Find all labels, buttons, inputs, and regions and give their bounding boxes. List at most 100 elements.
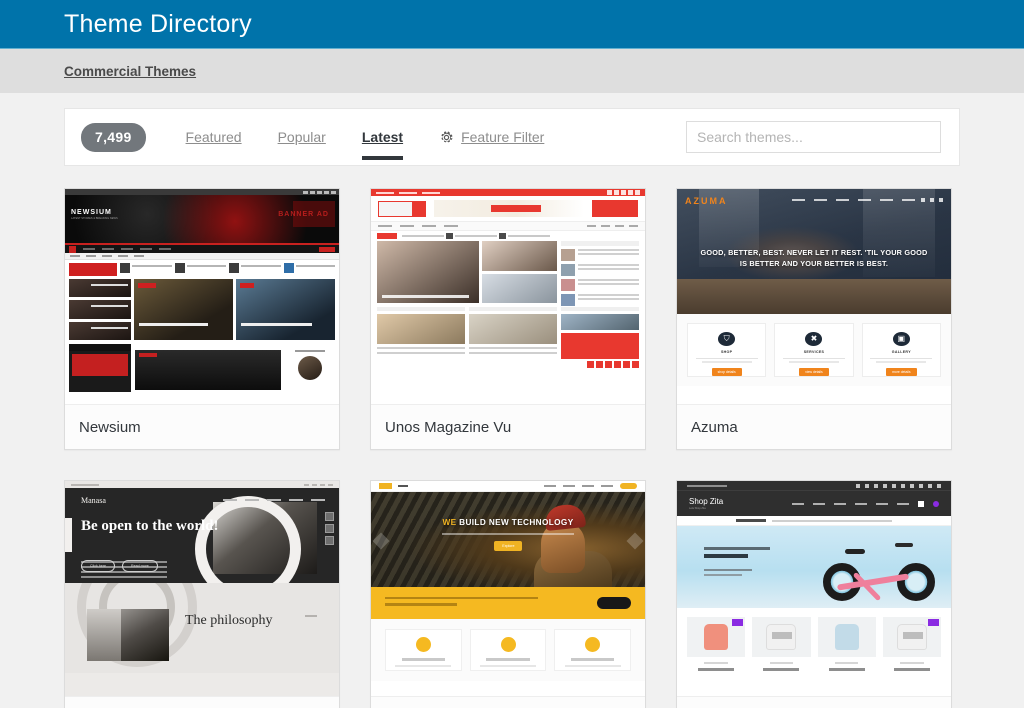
newsium-ad-text: BANNER AD — [278, 211, 329, 218]
newsium-feature-tiles — [65, 279, 339, 340]
newsium-submenu — [65, 253, 339, 260]
manasa-headline: Be open to the world! — [81, 518, 219, 534]
azuma-logo: AZUMA — [685, 196, 728, 206]
newsium-logo: NEWSIUM LATEST STORIES & BREAKING NEWS — [71, 209, 118, 220]
manasa-buttons: Click here Read more — [81, 560, 158, 572]
theme-name: Building Construction Architecture — [371, 696, 645, 708]
manasa-philosophy-section: The philosophy — [65, 583, 339, 673]
filter-tab-feature-filter-label: Feature Filter — [461, 129, 545, 145]
cart-icon: ⛉ — [718, 332, 736, 346]
filter-tab-feature-filter[interactable]: Feature Filter — [421, 108, 562, 166]
building-card-construction — [554, 629, 632, 671]
azuma-card-gallery: ▣ GALLERY more details — [861, 323, 941, 377]
product-item — [687, 617, 746, 673]
shopzita-nav — [792, 500, 939, 507]
product-item — [752, 617, 811, 673]
masthead: Theme Directory — [0, 0, 1024, 48]
shopzita-logo: Shop Zita Lets Shop Zita — [689, 497, 723, 510]
azuma-card-button: more details — [886, 368, 917, 377]
carousel-prev-icon — [372, 532, 390, 550]
construction-icon — [585, 637, 601, 652]
unos-preview — [371, 189, 645, 404]
tools-icon: ✖ — [805, 332, 823, 346]
building-headline-main: BUILD NEW TECHNOLOGY — [459, 517, 574, 527]
newsium-hero: NEWSIUM LATEST STORIES & BREAKING NEWS BA… — [65, 195, 339, 243]
azuma-card-title: GALLERY — [891, 349, 911, 354]
theme-name: Shop Zita — [677, 696, 951, 708]
building-headline: WE BUILD NEW TECHNOLOGY — [371, 518, 645, 527]
unos-nav — [371, 222, 645, 231]
page-content: 7,499 Featured Popular Latest Feature Fi… — [0, 93, 1024, 708]
theme-name: Unos Magazine Vu — [371, 404, 645, 449]
azuma-card-title: SHOP — [720, 349, 733, 354]
theme-screenshot-shop-zita[interactable]: Shop Zita Lets Shop Zita — [677, 481, 951, 696]
theme-filter-bar: 7,499 Featured Popular Latest Feature Fi… — [64, 108, 960, 166]
theme-screenshot-newsium[interactable]: NEWSIUM LATEST STORIES & BREAKING NEWS BA… — [65, 189, 339, 404]
newsium-preview: NEWSIUM LATEST STORIES & BREAKING NEWS BA… — [65, 189, 339, 404]
shopzita-logo-text: Shop Zita — [689, 497, 724, 506]
manasa-topbar — [65, 481, 339, 488]
bicycle-image — [822, 539, 935, 602]
architecture-icon — [415, 637, 431, 652]
unos-topbar — [371, 189, 645, 196]
theme-count-badge: 7,499 — [81, 122, 146, 152]
theme-screenshot-unos-magazine-vu[interactable] — [371, 189, 645, 404]
theme-name: Azuma — [677, 404, 951, 449]
building-header — [371, 481, 645, 492]
theme-card[interactable]: WE BUILD NEW TECHNOLOGY Explore — [370, 480, 646, 708]
renovation-icon — [500, 637, 516, 652]
nav-link-commercial-themes[interactable]: Commercial Themes — [64, 64, 196, 79]
azuma-nav — [792, 199, 916, 201]
shopzita-header: Shop Zita Lets Shop Zita — [677, 490, 951, 516]
cart-icon — [918, 500, 924, 507]
cart-count-badge — [933, 500, 939, 507]
manasa-section-title: The philosophy — [185, 613, 273, 628]
manasa-preview: Manasa Be open to the world! Click here … — [65, 481, 339, 696]
azuma-card-shop: ⛉ SHOP shop details — [687, 323, 767, 377]
manasa-nav — [223, 499, 325, 501]
filter-tab-featured[interactable]: Featured — [168, 108, 260, 166]
theme-card[interactable]: Unos Magazine Vu — [370, 188, 646, 450]
azuma-preview: AZUMA GOOD, BETTER, BEST. NEVER LET IT R… — [677, 189, 951, 404]
theme-card[interactable]: NEWSIUM LATEST STORIES & BREAKING NEWS BA… — [64, 188, 340, 450]
theme-screenshot-building-construction-architecture[interactable]: WE BUILD NEW TECHNOLOGY Explore — [371, 481, 645, 696]
manasa-button-secondary: Read more — [121, 560, 158, 572]
shopzita-preview: Shop Zita Lets Shop Zita — [677, 481, 951, 696]
theme-card[interactable]: Manasa Be open to the world! Click here … — [64, 480, 340, 708]
theme-name: Newsium — [65, 404, 339, 449]
newsium-menu — [65, 243, 339, 253]
theme-grid: NEWSIUM LATEST STORIES & BREAKING NEWS BA… — [64, 188, 960, 708]
manasa-hero: Manasa Be open to the world! Click here … — [65, 488, 339, 602]
theme-screenshot-azuma[interactable]: AZUMA GOOD, BETTER, BEST. NEVER LET IT R… — [677, 189, 951, 404]
manasa-logo: Manasa — [81, 496, 106, 505]
shopzita-hero — [677, 526, 951, 608]
shopzita-logo-sub: Lets Shop Zita — [689, 507, 706, 510]
unos-lower — [371, 303, 645, 361]
search-input[interactable] — [686, 121, 941, 153]
search-container — [686, 121, 941, 153]
azuma-card-button: view details — [799, 368, 829, 377]
shopzita-topbar — [677, 481, 951, 490]
product-item — [817, 617, 876, 673]
building-headline-accent: WE — [442, 517, 457, 527]
unos-main — [371, 241, 645, 306]
filter-tab-latest[interactable]: Latest — [344, 108, 421, 166]
manasa-button-primary: Click here — [81, 560, 115, 572]
building-hero-cta: Explore — [494, 541, 523, 552]
product-item — [882, 617, 941, 673]
building-cta-band — [371, 587, 645, 619]
secondary-nav-bar: Commercial Themes — [0, 48, 1024, 93]
theme-screenshot-manasa[interactable]: Manasa Be open to the world! Click here … — [65, 481, 339, 696]
filter-tab-popular[interactable]: Popular — [260, 108, 344, 166]
building-preview: WE BUILD NEW TECHNOLOGY Explore — [371, 481, 645, 696]
newsium-headline-strip — [65, 260, 339, 279]
theme-name: Manasa — [65, 696, 339, 708]
building-hero: WE BUILD NEW TECHNOLOGY Explore — [371, 492, 645, 587]
azuma-card-title: SERVICES — [803, 349, 825, 354]
image-icon: ▣ — [892, 332, 910, 346]
shopzita-categories-bar — [677, 516, 951, 526]
theme-card[interactable]: Shop Zita Lets Shop Zita — [676, 480, 952, 708]
theme-card[interactable]: AZUMA GOOD, BETTER, BEST. NEVER LET IT R… — [676, 188, 952, 450]
building-card-renovation — [469, 629, 547, 671]
carousel-next-icon — [626, 532, 644, 550]
